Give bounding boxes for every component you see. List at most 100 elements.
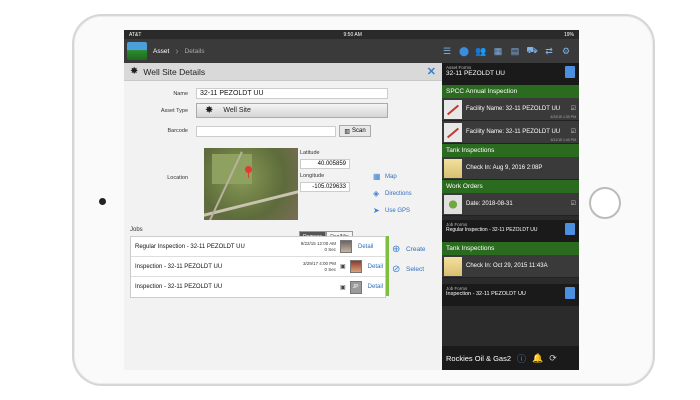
carrier: AT&T bbox=[129, 31, 142, 38]
nav-icons: ☰ ⬤ 👥 ▦ ▤ ⛟ ⇄ ⚙ bbox=[440, 44, 573, 58]
job-row[interactable]: Regular Inspection - 32-11 PEZOLDT UU 9/… bbox=[131, 237, 385, 257]
users-icon[interactable]: 👥 bbox=[474, 44, 488, 58]
job-forms-header[interactable]: Job Forms Inspection - 32-11 PEZOLDT UU bbox=[442, 284, 579, 306]
location-pin-icon[interactable]: ⬤ bbox=[457, 44, 471, 58]
longitude-input[interactable]: -105.029633 bbox=[300, 182, 350, 192]
contacts-icon[interactable]: ▦ bbox=[491, 44, 505, 58]
avatar bbox=[340, 240, 352, 253]
top-nav: Asset › Details ☰ ⬤ 👥 ▦ ▤ ⛟ ⇄ ⚙ bbox=[124, 39, 579, 63]
asset-type-button[interactable]: ✸ Well Site bbox=[196, 103, 388, 118]
directions-icon: ◈ bbox=[373, 189, 380, 198]
longitude-label: Longitude bbox=[300, 173, 325, 179]
form-item[interactable]: Facility Name: 32-11 PEZOLDT UU ☑ 6/11/1… bbox=[442, 121, 579, 144]
breadcrumb: Asset › Details bbox=[153, 46, 204, 57]
grid-icon[interactable]: ▤ bbox=[508, 44, 522, 58]
calendar-icon: ▣ bbox=[340, 264, 346, 270]
bell-icon[interactable]: 🔔 bbox=[532, 353, 543, 364]
barcode-input[interactable] bbox=[196, 125, 336, 137]
form-thumbnail bbox=[444, 99, 462, 119]
truck-icon[interactable]: ⛟ bbox=[525, 44, 539, 58]
info-icon[interactable]: ⓘ bbox=[517, 352, 526, 365]
map-link[interactable]: ▦ Map bbox=[373, 168, 412, 185]
list-icon[interactable]: ☰ bbox=[440, 44, 454, 58]
directions-link[interactable]: ◈ Directions bbox=[373, 185, 412, 202]
form-item[interactable]: Date: 2018-08-31 ☑ bbox=[442, 193, 579, 216]
scan-button[interactable]: ▥ Scan bbox=[339, 125, 371, 137]
job-detail-link[interactable]: Detail bbox=[368, 264, 383, 270]
jobs-label: Jobs bbox=[130, 227, 143, 233]
select-label: Select bbox=[406, 265, 425, 273]
job-row[interactable]: Inspection - 32-11 PEZOLDT UU ▣ JP Detai… bbox=[131, 277, 385, 297]
avatar bbox=[349, 260, 362, 273]
screen: AT&T 9:50 AM 19% Asset › Details ☰ ⬤ 👥 ▦… bbox=[124, 30, 579, 370]
app-logo[interactable] bbox=[127, 42, 147, 60]
job-detail-link[interactable]: Detail bbox=[358, 244, 373, 250]
location-label: Location bbox=[167, 175, 188, 181]
document-icon[interactable] bbox=[565, 223, 575, 235]
name-input[interactable]: 32-11 PEZOLDT UU bbox=[196, 88, 388, 99]
close-icon[interactable]: ✕ bbox=[427, 65, 436, 78]
location-map[interactable] bbox=[204, 148, 298, 220]
jobs-list: Regular Inspection - 32-11 PEZOLDT UU 9/… bbox=[130, 236, 386, 298]
camera bbox=[99, 198, 106, 205]
check-icon: ☑ bbox=[570, 106, 576, 112]
asset-type-label: Asset Type bbox=[160, 107, 188, 114]
home-button[interactable] bbox=[589, 187, 621, 219]
panel-title: Well Site Details bbox=[143, 66, 206, 77]
breadcrumb-details: Details bbox=[184, 47, 205, 55]
form-item[interactable]: Check In: Aug 9, 2016 2:08P bbox=[442, 157, 579, 180]
asset-forms-header[interactable]: Asset Forms 32-11 PEZOLDT UU bbox=[442, 63, 579, 85]
sync-icon[interactable]: ⇄ bbox=[542, 44, 556, 58]
well-site-icon: ✸ bbox=[130, 66, 139, 77]
footer: Rockies Oil & Gas2 ⓘ 🔔 ⟳ bbox=[442, 346, 579, 370]
job-actions: ⊕ Create ⊘ Select bbox=[392, 239, 426, 279]
tank-inspections-header: Tank Inspections bbox=[442, 144, 579, 157]
job-detail-link[interactable]: Detail bbox=[368, 284, 383, 290]
jobs-accent-bar bbox=[386, 236, 389, 296]
well-site-icon: ✸ bbox=[205, 105, 214, 116]
clock: 9:50 AM bbox=[343, 31, 362, 38]
document-icon[interactable] bbox=[565, 287, 575, 299]
gear-icon[interactable]: ⚙ bbox=[559, 44, 573, 58]
create-label: Create bbox=[406, 245, 426, 253]
form-item-text: Check In: Aug 9, 2016 2:08P bbox=[466, 165, 543, 171]
tank-inspections-header: Tank Inspections bbox=[442, 242, 579, 255]
gps-arrow-icon: ➤ bbox=[373, 206, 380, 215]
job-forms-name: Regular Inspection - 32-11 PEZOLDT UU bbox=[446, 227, 538, 233]
form-item-text: Check In: Oct 29, 2015 11:43A bbox=[466, 263, 548, 269]
job-forms-header[interactable]: Job Forms Regular Inspection - 32-11 PEZ… bbox=[442, 220, 579, 242]
check-icon: ☑ bbox=[570, 201, 576, 207]
work-orders-header: Work Orders bbox=[442, 180, 579, 193]
form-item-text: Date: 2018-08-31 bbox=[466, 201, 513, 207]
job-forms-name: Inspection - 32-11 PEZOLDT UU bbox=[446, 291, 526, 297]
job-name: Inspection - 32-11 PEZOLDT UU bbox=[135, 284, 223, 290]
form-thumbnail bbox=[444, 158, 462, 178]
form-item-meta: 6/11/15 1:40 PM bbox=[550, 138, 576, 142]
use-gps-link[interactable]: ➤ Use GPS bbox=[373, 202, 412, 219]
create-job-button[interactable]: ⊕ Create bbox=[392, 239, 426, 259]
form-item[interactable]: Check In: Oct 29, 2015 11:43A bbox=[442, 255, 579, 278]
breadcrumb-asset[interactable]: Asset bbox=[153, 48, 169, 55]
chevron-right-icon: › bbox=[175, 45, 179, 57]
barcode-icon: ▥ bbox=[344, 128, 350, 135]
job-name: Regular Inspection - 32-11 PEZOLDT UU bbox=[135, 243, 245, 250]
form-item-text: Facility Name: 32-11 PEZOLDT UU bbox=[466, 129, 561, 135]
latitude-label: Latitude bbox=[300, 150, 320, 156]
select-job-button[interactable]: ⊘ Select bbox=[392, 259, 426, 279]
form-item[interactable]: Facility Name: 32-11 PEZOLDT UU ☑ 4/23/1… bbox=[442, 98, 579, 121]
form-item-meta: 4/23/15 1:30 PM bbox=[550, 115, 576, 119]
directions-link-label: Directions bbox=[385, 190, 412, 197]
refresh-icon[interactable]: ⟳ bbox=[549, 353, 557, 364]
asset-type-value: Well Site bbox=[223, 107, 251, 114]
barcode-row: Barcode ▥ Scan bbox=[124, 125, 371, 137]
job-row[interactable]: Inspection - 32-11 PEZOLDT UU 3/29/17 4:… bbox=[131, 257, 385, 277]
document-icon[interactable] bbox=[565, 66, 575, 78]
form-thumbnail bbox=[444, 122, 462, 142]
company-name: Rockies Oil & Gas2 bbox=[446, 353, 512, 363]
job-date: 3/29/17 4:00 PM 0 Sec bbox=[302, 261, 336, 272]
latitude-input[interactable]: 40.005859 bbox=[300, 159, 350, 169]
link-icon: ⊘ bbox=[392, 263, 401, 275]
name-row: Name 32-11 PEZOLDT UU bbox=[124, 88, 388, 99]
job-name: Inspection - 32-11 PEZOLDT UU bbox=[135, 263, 223, 270]
calendar-icon: ▣ bbox=[340, 284, 346, 291]
